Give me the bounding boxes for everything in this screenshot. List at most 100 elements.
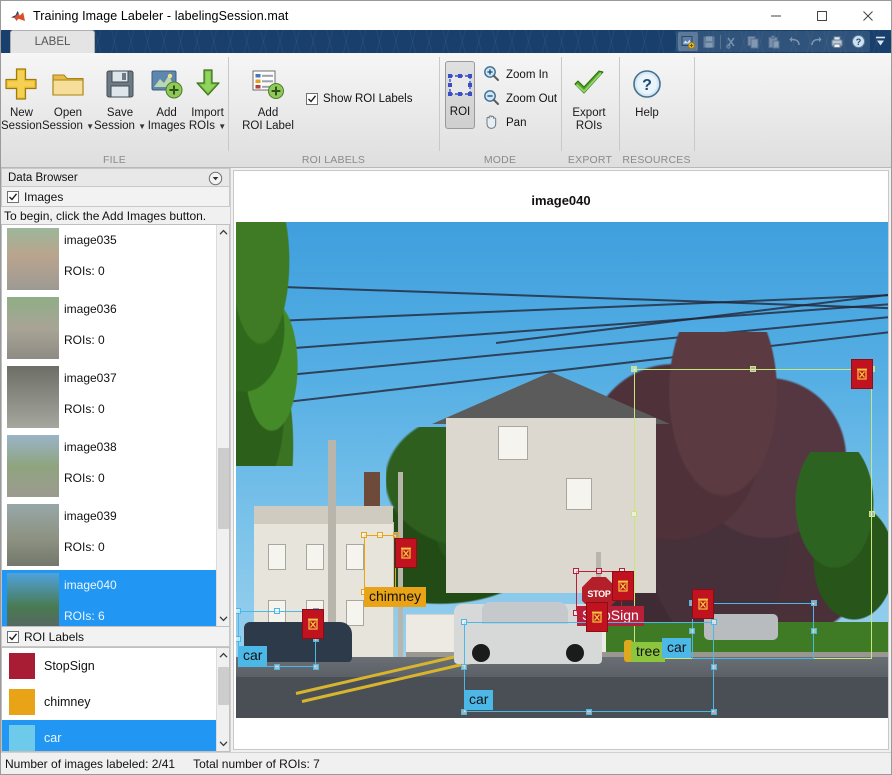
list-item-selected[interactable]: image040 ROIs: 6 [2,570,216,626]
roi-label-car-center[interactable]: car [464,690,493,710]
roi-handle[interactable] [811,628,817,634]
export-rois-button[interactable]: Export ROIs [561,59,617,133]
roi-handle[interactable] [313,664,319,670]
roi-box-car-center[interactable] [464,622,714,712]
add-images-button[interactable]: Add Images [146,59,187,133]
roi-handle[interactable] [573,568,579,574]
roi-handle[interactable] [274,608,280,614]
show-roi-labels-checkbox[interactable]: Show ROI Labels [306,93,413,105]
delete-roi-button-stopsign[interactable] [612,571,634,601]
roi-label-car-right[interactable]: car [662,638,691,658]
list-item[interactable]: image039 ROIs: 0 [2,501,216,570]
roi-labels-scrollbar[interactable] [216,648,229,751]
add-roi-label-button[interactable]: Add ROI Label [236,59,300,133]
roi-handle[interactable] [631,366,637,372]
roi-handle[interactable] [461,619,467,625]
save-session-dropdown-icon[interactable]: ▼ [138,122,146,131]
roi-handle[interactable] [377,532,383,538]
roi-handle[interactable] [596,568,602,574]
save-qat-icon[interactable] [699,32,719,51]
new-session-button[interactable]: New Session [1,59,42,133]
ribbon-tabstrip: LABEL [1,30,891,53]
help-button[interactable]: ? Help [619,59,675,120]
roi-box-chimney[interactable] [364,535,396,592]
photo-window [498,426,528,460]
cut-qat-icon[interactable] [722,32,742,51]
redo-qat-icon[interactable] [806,32,826,51]
chevron-down-icon[interactable] [217,736,230,751]
roi-handle[interactable] [711,664,717,670]
images-section-header[interactable]: Images [1,187,230,207]
roi-label-item[interactable]: StopSign [2,648,216,684]
chevron-up-icon[interactable] [217,648,230,663]
pan-button[interactable]: Pan [479,111,563,135]
open-session-dropdown-icon[interactable]: ▼ [86,122,94,131]
paste-qat-icon[interactable] [764,32,784,51]
chevron-down-circle-icon[interactable] [208,171,223,189]
new-session-qat-icon[interactable] [678,32,698,51]
roi-handle[interactable] [586,709,592,715]
delete-roi-button-tree[interactable] [851,359,873,389]
scroll-thumb[interactable] [218,667,229,705]
minimize-button[interactable] [753,1,799,30]
roi-label-car-left[interactable]: car [238,646,267,666]
chevron-down-icon[interactable] [217,611,230,626]
data-browser-title: Data Browser [8,172,78,184]
import-rois-button[interactable]: Import ROIs ▼ [187,59,228,133]
delete-roi-button-car-center[interactable] [586,602,608,632]
roi-label-chimney[interactable]: chimney [364,587,426,607]
undo-qat-icon[interactable] [785,32,805,51]
roi-labels-checkbox[interactable] [7,631,19,643]
delete-roi-button-chimney[interactable] [395,538,417,568]
canvas-panel[interactable]: image040 [233,170,889,750]
roi-handle[interactable] [869,511,875,517]
open-session-label-2: Session [42,120,83,132]
collapse-ribbon-icon[interactable] [872,33,889,50]
roi-handle[interactable] [236,636,241,642]
roi-label-item[interactable]: chimney [2,684,216,720]
roi-mode-label: ROI [450,106,470,118]
save-session-button[interactable]: Save Session ▼ [94,59,146,133]
delete-roi-button-car-left[interactable] [302,609,324,639]
roi-handle[interactable] [750,366,756,372]
maximize-button[interactable] [799,1,845,30]
scroll-track[interactable] [217,240,230,611]
close-button[interactable] [845,1,891,30]
roi-mode-toggle[interactable]: ROI [445,61,475,129]
chevron-up-icon[interactable] [217,225,230,240]
roi-handle[interactable] [461,664,467,670]
tab-label[interactable]: LABEL [10,30,95,53]
labeled-photo[interactable]: STOP [236,222,889,718]
scroll-thumb[interactable] [218,448,229,530]
ribbon-group-export-title: EXPORT [561,153,619,168]
images-checkbox[interactable] [7,191,19,203]
photo-tree-left [236,222,332,466]
roi-handle[interactable] [689,628,695,634]
zoom-in-button[interactable]: Zoom In [479,63,563,87]
open-session-button[interactable]: Open Session ▼ [42,59,94,133]
roi-handle[interactable] [236,608,241,614]
add-images-hint: To begin, click the Add Images button. [1,207,230,224]
roi-label-item-selected[interactable]: car [2,720,216,751]
images-list-scrollbar[interactable] [216,225,229,626]
scroll-track[interactable] [217,663,230,736]
help-qat-icon[interactable]: ? [848,32,868,51]
list-item[interactable]: image036 ROIs: 0 [2,294,216,363]
roi-labels-section-header[interactable]: ROI Labels [1,627,230,647]
images-list[interactable]: image035 ROIs: 0 image036 ROIs: 0 [1,224,230,627]
roi-handle[interactable] [274,664,280,670]
import-rois-dropdown-icon[interactable]: ▼ [218,122,226,131]
roi-handle[interactable] [811,600,817,606]
print-qat-icon[interactable] [827,32,847,51]
copy-qat-icon[interactable] [743,32,763,51]
list-item[interactable]: image038 ROIs: 0 [2,432,216,501]
zoom-out-button[interactable]: Zoom Out [479,87,563,111]
delete-roi-button-car-right[interactable] [692,589,714,619]
roi-labels-list[interactable]: StopSign chimney car [1,647,230,752]
ribbon: New Session Open Session ▼ [1,53,891,168]
list-item[interactable]: image037 ROIs: 0 [2,363,216,432]
roi-handle[interactable] [631,511,637,517]
roi-handle[interactable] [361,532,367,538]
list-item[interactable]: image035 ROIs: 0 [2,225,216,294]
roi-handle[interactable] [711,709,717,715]
